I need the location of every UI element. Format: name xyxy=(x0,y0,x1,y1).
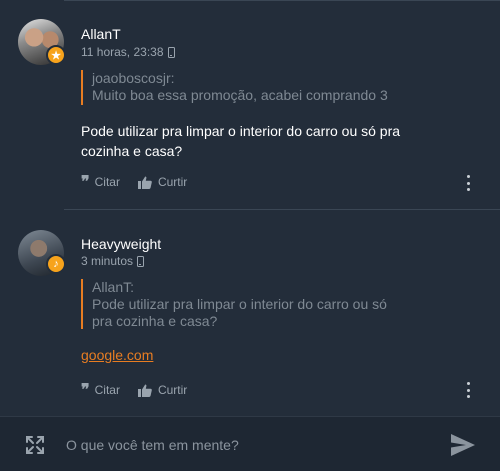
phone-icon xyxy=(137,255,145,267)
comment-link[interactable]: google.com xyxy=(81,347,153,363)
quote-icon: ❞ xyxy=(81,172,90,191)
comment-item: ♪ Heavyweight 3 minutos AllanT: Pode uti… xyxy=(0,210,500,416)
quote-text: Muito boa essa promoção, acabei comprand… xyxy=(92,87,388,103)
send-icon[interactable] xyxy=(451,434,475,456)
comment-meta: 3 minutos xyxy=(81,254,145,268)
comment-actions: ❞ Citar Curtir xyxy=(81,172,205,191)
quote-text: Pode utilizar pra limpar o interior do c… xyxy=(92,296,387,329)
quoted-comment: AllanT: Pode utilizar pra limpar o inter… xyxy=(81,279,411,329)
star-badge-icon: ★ xyxy=(46,45,66,65)
quote-author: joaoboscosjr: xyxy=(92,70,175,86)
music-badge-icon: ♪ xyxy=(46,254,66,274)
thumbs-up-icon xyxy=(137,176,152,189)
comment-timestamp: 3 minutos xyxy=(81,254,134,268)
comment-meta: 11 horas, 23:38 xyxy=(81,45,175,59)
comment-item: ★ AllanT 11 horas, 23:38 joaoboscosjr: M… xyxy=(0,0,500,209)
like-button[interactable]: Curtir xyxy=(137,175,188,189)
comment-timestamp: 11 horas, 23:38 xyxy=(81,45,164,59)
quote-button[interactable]: ❞ Citar xyxy=(81,172,120,191)
quote-button[interactable]: ❞ Citar xyxy=(81,380,120,399)
comment-actions: ❞ Citar Curtir xyxy=(81,380,205,399)
quote-author: AllanT: xyxy=(92,279,135,295)
like-button-label: Curtir xyxy=(157,175,188,189)
like-button[interactable]: Curtir xyxy=(137,383,188,397)
more-options-icon[interactable] xyxy=(464,175,472,191)
comment-body: google.com xyxy=(81,345,451,365)
thumbs-up-icon xyxy=(137,384,152,397)
composer-input[interactable] xyxy=(66,435,426,455)
like-button-label: Curtir xyxy=(157,383,188,397)
phone-icon xyxy=(167,46,175,58)
quote-button-label: Citar xyxy=(94,383,120,397)
comment-body: Pode utilizar pra limpar o interior do c… xyxy=(81,123,401,159)
quoted-comment: joaoboscosjr: Muito boa essa promoção, a… xyxy=(81,70,411,105)
more-options-icon[interactable] xyxy=(464,382,472,398)
comment-username[interactable]: AllanT xyxy=(81,26,121,42)
quote-icon: ❞ xyxy=(81,380,90,399)
comment-composer xyxy=(0,416,500,471)
expand-icon[interactable] xyxy=(25,435,45,455)
quote-button-label: Citar xyxy=(94,175,120,189)
comment-username[interactable]: Heavyweight xyxy=(81,236,161,252)
